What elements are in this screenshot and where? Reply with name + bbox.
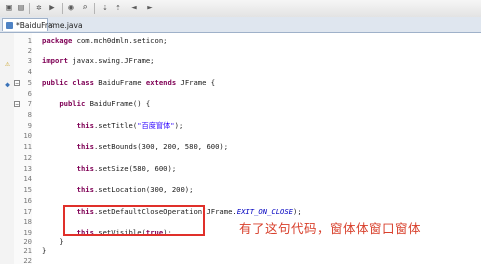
new-class-icon[interactable]: ◉ bbox=[66, 3, 76, 13]
run-icon[interactable]: ▶ bbox=[47, 3, 57, 13]
forward-icon[interactable]: ► bbox=[145, 3, 155, 13]
warning-marker-icon[interactable]: ⚠ bbox=[3, 59, 12, 68]
print-icon[interactable]: ▤ bbox=[16, 3, 26, 13]
next-annotation-icon[interactable]: ⇣ bbox=[100, 3, 110, 13]
search-icon[interactable]: ⌕ bbox=[80, 3, 90, 13]
java-file-icon bbox=[6, 22, 13, 29]
previous-annotation-icon[interactable]: ⇡ bbox=[113, 3, 123, 13]
fold-toggle-icon[interactable]: − bbox=[14, 101, 20, 108]
code-line: 22 bbox=[23, 256, 32, 265]
editor-tab-bar: *BaiduFrame.java × bbox=[0, 17, 481, 33]
toolbar-separator bbox=[62, 3, 63, 14]
tab-baiduframe-java[interactable]: *BaiduFrame.java × bbox=[2, 18, 83, 31]
toolbar: ▣ ▤ ✲ ▶ ◉ ⌕ ⇣ ⇡ ◄ ► bbox=[0, 0, 481, 18]
highlight-box bbox=[63, 205, 205, 236]
back-icon[interactable]: ◄ bbox=[129, 3, 139, 13]
annotation-text: 有了这句代码，窗体体窗口窗体 bbox=[239, 221, 422, 236]
save-icon[interactable]: ▣ bbox=[4, 3, 14, 13]
toolbar-separator bbox=[94, 3, 95, 14]
toolbar-separator bbox=[29, 3, 30, 14]
close-icon[interactable]: × bbox=[48, 19, 54, 32]
fold-toggle-icon[interactable]: − bbox=[14, 80, 20, 87]
info-marker-icon[interactable]: ◆ bbox=[3, 80, 12, 89]
debug-icon[interactable]: ✲ bbox=[34, 3, 44, 13]
